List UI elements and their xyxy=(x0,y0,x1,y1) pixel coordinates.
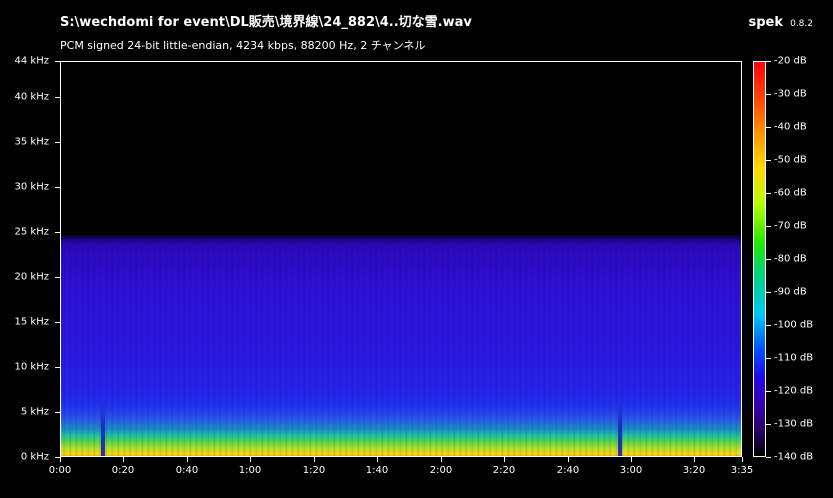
db-label: -130 dB xyxy=(774,418,814,430)
frequency-label: 5 kHz xyxy=(20,406,49,418)
spectrogram-silent-band xyxy=(60,61,742,237)
spectrogram-signal-band xyxy=(60,245,742,457)
spectrogram-cutoff-edge xyxy=(60,235,742,245)
time-label: 0:20 xyxy=(111,465,135,476)
time-tick xyxy=(123,457,124,462)
db-label: -110 dB xyxy=(774,352,814,364)
time-tick xyxy=(694,457,695,462)
frequency-label: 44 kHz xyxy=(14,55,49,67)
db-tick xyxy=(766,193,771,194)
frequency-tick xyxy=(55,277,60,278)
db-tick xyxy=(766,127,771,128)
time-tick xyxy=(504,457,505,462)
time-label: 1:00 xyxy=(238,465,262,476)
frequency-tick xyxy=(55,187,60,188)
file-info: PCM signed 24-bit little-endian, 4234 kb… xyxy=(60,39,426,52)
db-label: -80 dB xyxy=(774,253,807,265)
db-tick xyxy=(766,226,771,227)
frequency-tick xyxy=(55,412,60,413)
db-tick xyxy=(766,94,771,95)
frequency-tick xyxy=(55,142,60,143)
db-label: -70 dB xyxy=(774,220,807,232)
frequency-label: 15 kHz xyxy=(14,316,49,328)
time-tick xyxy=(631,457,632,462)
time-label: 0:40 xyxy=(175,465,199,476)
frequency-tick xyxy=(55,232,60,233)
time-tick xyxy=(250,457,251,462)
time-label: 3:35 xyxy=(730,465,754,476)
db-label: -30 dB xyxy=(774,88,807,100)
db-label: -90 dB xyxy=(774,286,807,298)
frequency-label: 35 kHz xyxy=(14,136,49,148)
db-label: -120 dB xyxy=(774,385,814,397)
db-tick xyxy=(766,424,771,425)
frequency-label: 10 kHz xyxy=(14,361,49,373)
spectrogram xyxy=(60,61,742,457)
spectrogram-quiet-gap xyxy=(618,399,622,457)
db-label: -100 dB xyxy=(774,319,814,331)
frequency-tick xyxy=(55,61,60,62)
frequency-label: 30 kHz xyxy=(14,181,49,193)
frequency-tick xyxy=(55,97,60,98)
db-tick xyxy=(766,292,771,293)
time-label: 2:40 xyxy=(556,465,580,476)
db-label: -50 dB xyxy=(774,154,807,166)
db-label: -140 dB xyxy=(774,451,814,463)
app-name: spek 0.8.2 xyxy=(748,11,813,30)
time-tick xyxy=(187,457,188,462)
frequency-label: 25 kHz xyxy=(14,226,49,238)
time-tick xyxy=(742,457,743,462)
time-label: 2:20 xyxy=(492,465,516,476)
db-label: -40 dB xyxy=(774,121,807,133)
db-tick xyxy=(766,325,771,326)
frequency-label: 20 kHz xyxy=(14,271,49,283)
time-tick xyxy=(314,457,315,462)
app-name-text: spek xyxy=(748,15,783,30)
time-tick xyxy=(441,457,442,462)
db-tick xyxy=(766,61,771,62)
db-tick xyxy=(766,259,771,260)
time-label: 3:00 xyxy=(619,465,643,476)
time-label: 0:00 xyxy=(48,465,72,476)
db-colorbar xyxy=(753,61,766,457)
spectrogram-quiet-gap xyxy=(101,399,105,457)
db-tick xyxy=(766,160,771,161)
db-tick xyxy=(766,358,771,359)
time-label: 3:20 xyxy=(682,465,706,476)
db-tick xyxy=(766,457,771,458)
app-version: 0.8.2 xyxy=(790,19,813,29)
time-tick xyxy=(60,457,61,462)
time-label: 1:20 xyxy=(302,465,326,476)
frequency-label: 40 kHz xyxy=(14,91,49,103)
db-tick xyxy=(766,391,771,392)
time-tick xyxy=(377,457,378,462)
db-label: -60 dB xyxy=(774,187,807,199)
file-title: S:\wechdomi for event\DL販売\境界線\24_882\4.… xyxy=(60,15,472,30)
time-label: 1:40 xyxy=(365,465,389,476)
frequency-tick xyxy=(55,367,60,368)
frequency-label: 0 kHz xyxy=(20,451,49,463)
db-label: -20 dB xyxy=(774,55,807,67)
frequency-tick xyxy=(55,322,60,323)
time-tick xyxy=(568,457,569,462)
time-label: 2:00 xyxy=(429,465,453,476)
